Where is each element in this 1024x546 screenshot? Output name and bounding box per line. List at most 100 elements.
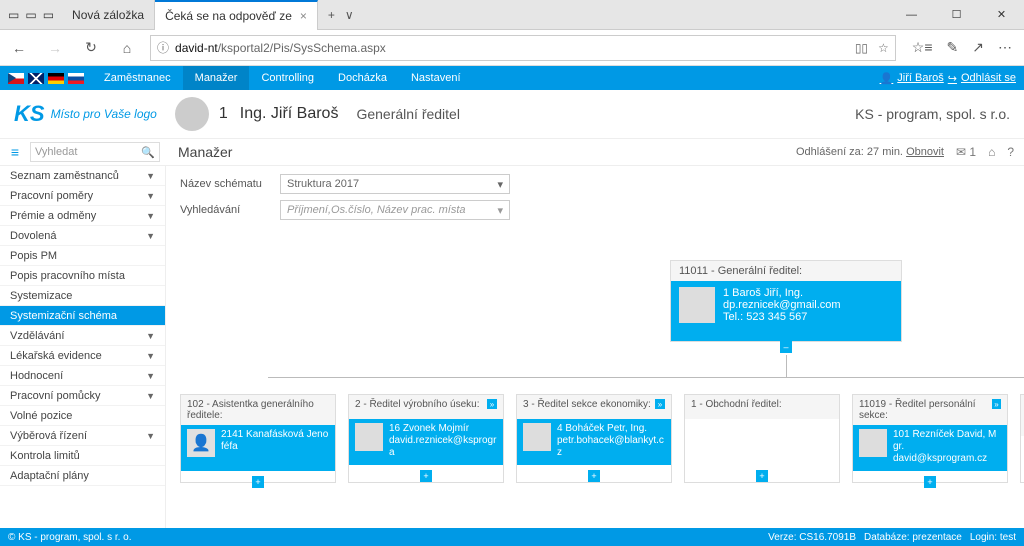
chevron-down-icon: ▼ (146, 211, 155, 221)
browser-tab[interactable]: Nová záložka (62, 0, 155, 30)
schema-select[interactable]: Struktura 2017 ▾ (280, 174, 510, 194)
sidebar-item[interactable]: Popis PM (0, 246, 165, 266)
sidebar-item[interactable]: Pracovní pomůcky▼ (0, 386, 165, 406)
search-select[interactable]: Příjmení,Os.číslo, Název prac. místa ▾ (280, 200, 510, 220)
org-node[interactable]: 11019 - Ředitel personální sekce:»101 Ře… (852, 394, 1008, 483)
collapse-button[interactable]: – (780, 341, 792, 353)
expand-button[interactable]: » (992, 399, 1001, 409)
sidebar-item[interactable]: Výběrová řízení▼ (0, 426, 165, 446)
org-node-title: 11019 - Ředitel personální sekce:» (853, 395, 1007, 425)
org-node[interactable]: 1 - Obchodní ředitel:+ (684, 394, 840, 483)
sidebar-item-label: Hodnocení (10, 370, 63, 382)
expand-button[interactable]: + (252, 476, 264, 488)
chevron-down-icon: ▼ (146, 331, 155, 341)
sidebar-item-label: Popis pracovního místa (10, 270, 125, 282)
chevron-down-icon: ▼ (146, 191, 155, 201)
nav-controlling[interactable]: Controlling (249, 66, 326, 90)
window-minimize-button[interactable]: — (889, 0, 934, 30)
chevron-down-icon[interactable]: ∨ (345, 8, 354, 22)
sidebar-item[interactable]: Hodnocení▼ (0, 366, 165, 386)
filter-search-label: Vyhledávání (180, 204, 270, 216)
header-person-number: 1 (219, 105, 228, 123)
info-icon[interactable]: ⓘ (157, 39, 169, 56)
close-icon[interactable]: × (300, 9, 307, 23)
org-node[interactable]: 102 - Asistentka generálního ředitele:👤2… (180, 394, 336, 483)
avatar (859, 429, 887, 457)
chevron-down-icon: ▼ (146, 391, 155, 401)
org-node[interactable]: 11013 - Vedoucí kování: (1020, 394, 1024, 483)
sidebar-item[interactable]: Popis pracovního místa (0, 266, 165, 286)
sidebar-item-label: Volné pozice (10, 410, 72, 422)
sidebar-item[interactable]: Dovolená▼ (0, 226, 165, 246)
filter-schema-label: Název schématu (180, 178, 270, 190)
org-chart: 11011 - Generální ředitel: 1 Baroš Jiří,… (180, 260, 1010, 483)
more-icon[interactable]: ⋯ (998, 39, 1012, 56)
sidebar-item-label: Seznam zaměstnanců (10, 170, 119, 182)
header-strip: KS Místo pro Vaše logo 1 Ing. Jiří Baroš… (0, 90, 1024, 138)
expand-button[interactable]: + (756, 470, 768, 482)
new-tab-button[interactable]: + (328, 8, 335, 22)
sidebar-item[interactable]: Adaptační plány (0, 466, 165, 486)
sidebar-item[interactable]: Lékařská evidence▼ (0, 346, 165, 366)
url-field[interactable]: ⓘ david-nt/ksportal2/Pis/SysSchema.aspx … (150, 35, 896, 61)
logout-link[interactable]: ↪Odhlásit se (948, 72, 1016, 85)
logo: KS (14, 101, 45, 127)
home-icon[interactable]: ⌂ (988, 145, 995, 159)
share-icon[interactable]: ↗ (972, 39, 984, 56)
sidebar-item[interactable]: Prémie a odměny▼ (0, 206, 165, 226)
browser-tab-active[interactable]: Čeká se na odpověď ze × (155, 0, 318, 30)
expand-button[interactable]: + (924, 476, 936, 488)
chevron-down-icon: ▼ (146, 171, 155, 181)
logout-timer: Odhlášení za: 27 min. (796, 146, 903, 158)
search-icon[interactable]: 🔍 (141, 146, 155, 159)
sidebar-item[interactable]: Kontrola limitů (0, 446, 165, 466)
org-node-email: david.reznicek@ksprogra (389, 435, 497, 459)
sidebar-item[interactable]: Pracovní poměry▼ (0, 186, 165, 206)
refresh-button[interactable]: ↻ (78, 39, 104, 56)
reader-icon[interactable]: ▯▯ (855, 41, 868, 55)
expand-button[interactable]: » (655, 399, 665, 409)
nav-zamestnanec[interactable]: Zaměstnanec (92, 66, 183, 90)
sidebar-item[interactable]: Systemizace (0, 286, 165, 306)
flag-de[interactable] (48, 73, 64, 84)
org-root-node[interactable]: 11011 - Generální ředitel: 1 Baroš Jiří,… (670, 260, 902, 342)
org-node[interactable]: 2 - Ředitel výrobního úseku:»16 Zvonek M… (348, 394, 504, 483)
top-nav: Zaměstnanec Manažer Controlling Docházka… (0, 66, 1024, 90)
star-icon[interactable]: ☆ (878, 41, 889, 55)
logout-icon: ↪ (948, 72, 957, 85)
user-link[interactable]: 👤Jiří Baroš (880, 72, 944, 85)
nav-manazer[interactable]: Manažer (183, 66, 250, 90)
edit-icon[interactable]: ✎ (947, 39, 959, 56)
sidebar-item[interactable]: Vzdělávání▼ (0, 326, 165, 346)
org-node[interactable]: 3 - Ředitel sekce ekonomiky:»4 Boháček P… (516, 394, 672, 483)
expand-button[interactable]: » (487, 399, 497, 409)
sidebar-item-label: Dovolená (10, 230, 56, 242)
refresh-link[interactable]: Obnovit (906, 146, 944, 158)
search-input[interactable]: Vyhledat 🔍 (30, 142, 160, 162)
favorites-icon[interactable]: ☆≡ (912, 39, 933, 56)
flag-cz[interactable] (8, 73, 24, 84)
window-maximize-button[interactable]: ☐ (934, 0, 979, 30)
menu-icon[interactable]: ≡ (0, 144, 30, 160)
forward-button[interactable]: → (42, 40, 68, 56)
sidebar-item[interactable]: Seznam zaměstnanců ▼ (0, 166, 165, 186)
sidebar-item-label: Systemizace (10, 290, 72, 302)
mail-icon[interactable]: ✉ 1 (956, 145, 976, 159)
nav-nastaveni[interactable]: Nastavení (399, 66, 473, 90)
flag-sk[interactable] (68, 73, 84, 84)
window-close-button[interactable]: ✕ (979, 0, 1024, 30)
flag-uk[interactable] (28, 73, 44, 84)
footer-login: Login: test (970, 532, 1016, 543)
sidebar-item[interactable]: Volné pozice (0, 406, 165, 426)
header-person-name: Ing. Jiří Baroš (240, 105, 339, 123)
back-button[interactable]: ← (6, 40, 32, 56)
expand-button[interactable]: + (588, 470, 600, 482)
expand-button[interactable]: + (420, 470, 432, 482)
help-icon[interactable]: ? (1007, 145, 1014, 159)
nav-dochazka[interactable]: Docházka (326, 66, 399, 90)
footer-db: Databáze: prezentace (864, 532, 962, 543)
sidebar-item[interactable]: Systemizační schéma (0, 306, 165, 326)
home-button[interactable]: ⌂ (114, 40, 140, 56)
sidebar-item-label: Kontrola limitů (10, 450, 80, 462)
sidebar-item-label: Lékařská evidence (10, 350, 102, 362)
